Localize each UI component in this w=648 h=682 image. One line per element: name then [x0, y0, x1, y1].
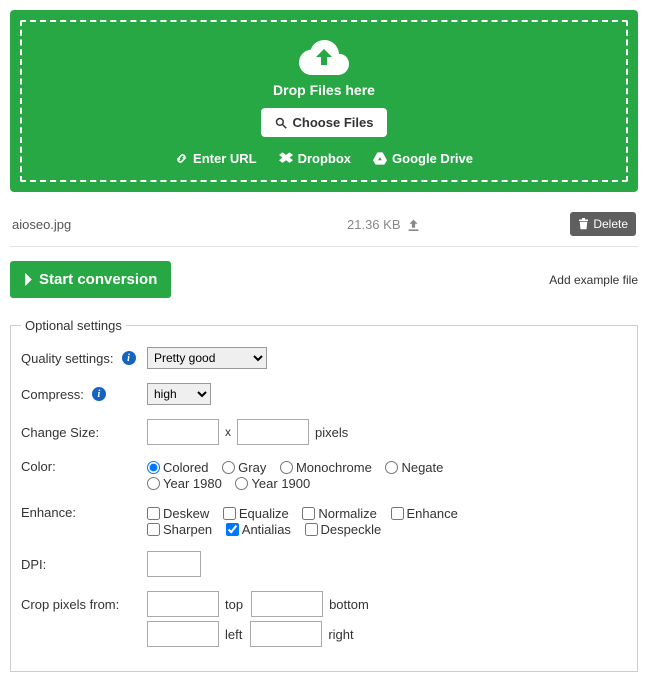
gdrive-link[interactable]: Google Drive — [373, 151, 473, 166]
color-row: Color: Colored Gray Monochrome Negate Ye… — [21, 459, 627, 491]
color-year1900[interactable]: Year 1900 — [235, 476, 310, 491]
gdrive-icon — [373, 152, 387, 165]
deskew-checkbox[interactable] — [147, 507, 160, 520]
enhance-checkbox[interactable] — [391, 507, 404, 520]
enhance-label: Enhance: — [21, 505, 76, 520]
crop-label: Crop pixels from: — [21, 597, 119, 612]
height-input[interactable] — [237, 419, 309, 445]
start-conversion-button[interactable]: Start conversion — [10, 261, 171, 298]
crop-right-label: right — [328, 627, 353, 642]
enter-url-link[interactable]: Enter URL — [175, 151, 257, 166]
size-row: Change Size: x pixels — [21, 419, 627, 445]
crop-right-input[interactable] — [250, 621, 322, 647]
file-dropzone[interactable]: Drop Files here Choose Files Enter URL D… — [10, 10, 638, 192]
color-gray-radio[interactable] — [222, 461, 235, 474]
file-size: 21.36 KB — [347, 217, 420, 232]
enhance-equalize[interactable]: Equalize — [223, 506, 289, 521]
optional-legend: Optional settings — [21, 318, 126, 333]
dropbox-link[interactable]: Dropbox — [279, 151, 351, 166]
choose-files-label: Choose Files — [293, 115, 374, 130]
delete-button[interactable]: Delete — [570, 212, 636, 236]
color-colored[interactable]: Colored — [147, 460, 209, 475]
dropbox-icon — [279, 152, 293, 165]
crop-row-1: Crop pixels from: top bottom — [21, 591, 627, 617]
despeckle-checkbox[interactable] — [305, 523, 318, 536]
dpi-row: DPI: — [21, 551, 627, 577]
color-year1980-radio[interactable] — [147, 477, 160, 490]
info-icon[interactable]: i — [92, 387, 106, 401]
antialias-checkbox[interactable] — [226, 523, 239, 536]
dropzone-inner: Drop Files here Choose Files Enter URL D… — [20, 20, 628, 182]
compress-select[interactable]: high — [147, 383, 211, 405]
color-label: Color: — [21, 459, 56, 474]
compress-row: Compress: i high — [21, 383, 627, 405]
gdrive-label: Google Drive — [392, 151, 473, 166]
start-label: Start conversion — [39, 271, 157, 288]
normalize-checkbox[interactable] — [302, 507, 315, 520]
enhance-sharpen[interactable]: Sharpen — [147, 522, 212, 537]
color-monochrome[interactable]: Monochrome — [280, 460, 372, 475]
sharpen-checkbox[interactable] — [147, 523, 160, 536]
size-label: Change Size: — [21, 425, 99, 440]
file-name: aioseo.jpg — [12, 217, 347, 232]
equalize-checkbox[interactable] — [223, 507, 236, 520]
enter-url-label: Enter URL — [193, 151, 257, 166]
quality-select[interactable]: Pretty good — [147, 347, 267, 369]
enhance-normalize[interactable]: Normalize — [302, 506, 377, 521]
enhance-check-group: Deskew Equalize Normalize Enhance Sharpe… — [147, 505, 468, 537]
delete-label: Delete — [593, 217, 628, 231]
link-icon — [175, 152, 188, 165]
quality-row: Quality settings: i Pretty good — [21, 347, 627, 369]
size-unit: pixels — [315, 425, 348, 440]
cloud-upload-icon — [299, 40, 349, 76]
crop-bottom-input[interactable] — [251, 591, 323, 617]
dropbox-label: Dropbox — [298, 151, 351, 166]
color-year1980[interactable]: Year 1980 — [147, 476, 222, 491]
drop-links: Enter URL Dropbox Google Drive — [32, 151, 616, 166]
crop-left-label: left — [225, 627, 242, 642]
color-gray[interactable]: Gray — [222, 460, 266, 475]
width-input[interactable] — [147, 419, 219, 445]
enhance-antialias[interactable]: Antialias — [226, 522, 291, 537]
color-negate[interactable]: Negate — [385, 460, 443, 475]
crop-bottom-label: bottom — [329, 597, 369, 612]
upload-icon — [407, 218, 420, 231]
info-icon[interactable]: i — [122, 351, 136, 365]
color-monochrome-radio[interactable] — [280, 461, 293, 474]
quality-label: Quality settings: — [21, 351, 114, 366]
trash-icon — [578, 218, 589, 230]
dpi-input[interactable] — [147, 551, 201, 577]
enhance-row: Enhance: Deskew Equalize Normalize Enhan… — [21, 505, 627, 537]
search-icon — [275, 117, 287, 129]
size-x: x — [225, 425, 231, 439]
color-negate-radio[interactable] — [385, 461, 398, 474]
enhance-enhance[interactable]: Enhance — [391, 506, 458, 521]
crop-row-2: left right — [21, 621, 627, 647]
crop-top-label: top — [225, 597, 243, 612]
choose-files-button[interactable]: Choose Files — [261, 108, 388, 137]
optional-settings-fieldset: Optional settings Quality settings: i Pr… — [10, 318, 638, 672]
color-year1900-radio[interactable] — [235, 477, 248, 490]
actions-row: Start conversion Add example file — [10, 261, 638, 298]
compress-label: Compress: — [21, 387, 84, 402]
enhance-despeckle[interactable]: Despeckle — [305, 522, 382, 537]
crop-left-input[interactable] — [147, 621, 219, 647]
enhance-deskew[interactable]: Deskew — [147, 506, 209, 521]
color-colored-radio[interactable] — [147, 461, 160, 474]
chevron-right-icon — [24, 273, 33, 286]
file-size-value: 21.36 KB — [347, 217, 401, 232]
file-row: aioseo.jpg 21.36 KB Delete — [10, 202, 638, 247]
crop-top-input[interactable] — [147, 591, 219, 617]
add-example-link[interactable]: Add example file — [549, 273, 638, 287]
drop-text: Drop Files here — [32, 82, 616, 98]
color-radio-group: Colored Gray Monochrome Negate Year 1980… — [147, 459, 453, 491]
dpi-label: DPI: — [21, 557, 46, 572]
